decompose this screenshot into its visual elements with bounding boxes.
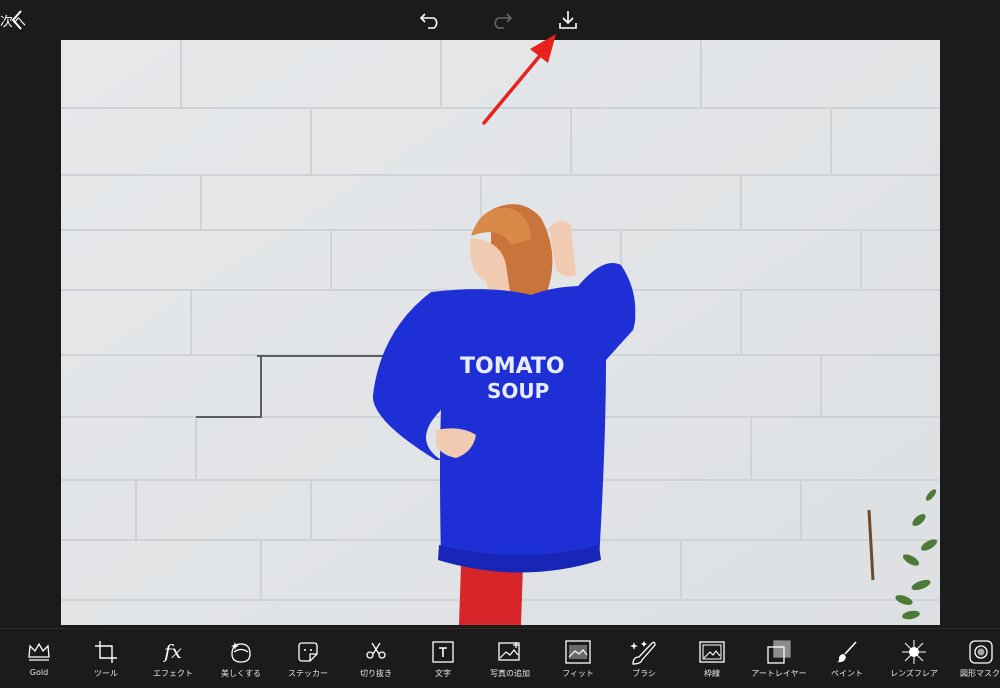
shirt-text-line2: SOUP bbox=[487, 379, 549, 403]
tool-label: 文字 bbox=[435, 669, 451, 678]
paint-icon bbox=[837, 641, 857, 663]
tool-frame[interactable]: 枠線 bbox=[696, 629, 728, 688]
tool-label: レンズフレア bbox=[890, 669, 938, 678]
layers-icon bbox=[767, 640, 791, 664]
tool-tools[interactable]: ツール bbox=[89, 629, 123, 688]
tool-gold[interactable]: Gold bbox=[22, 629, 56, 688]
tool-label: ブラシ bbox=[632, 669, 656, 678]
fx-icon: fx bbox=[164, 641, 182, 663]
tool-shape-mask[interactable]: 図形マスク bbox=[960, 629, 1000, 688]
face-sparkle-icon bbox=[231, 642, 251, 663]
tool-paint[interactable]: ペイント bbox=[827, 629, 867, 688]
canvas-area: TOMATO SOUP bbox=[0, 40, 1000, 628]
redo-icon bbox=[494, 13, 513, 29]
tool-label: 枠線 bbox=[704, 669, 720, 678]
tool-cutout[interactable]: 切り抜き bbox=[356, 629, 396, 688]
undo-button[interactable] bbox=[416, 0, 448, 40]
text-icon bbox=[432, 641, 454, 663]
tool-label: 写真の追加 bbox=[490, 669, 530, 678]
tool-fit[interactable]: フィット bbox=[558, 629, 598, 688]
tool-brush[interactable]: ブラシ bbox=[626, 629, 662, 688]
save-button[interactable] bbox=[552, 0, 584, 40]
redo-button[interactable] bbox=[484, 0, 516, 40]
tool-label: ステッカー bbox=[288, 669, 328, 678]
download-icon bbox=[559, 11, 577, 29]
tool-art-layers[interactable]: アートレイヤー bbox=[749, 629, 809, 688]
tool-label: ツール bbox=[94, 669, 118, 678]
photo-canvas[interactable]: TOMATO SOUP bbox=[61, 40, 940, 625]
crown-icon bbox=[28, 642, 50, 661]
frame-icon bbox=[699, 641, 725, 663]
tool-label: フィット bbox=[562, 669, 594, 678]
tool-label: 美しくする bbox=[221, 669, 261, 678]
bottom-toolbar: Gold ツール fx エフェクト 美しくする ステッカー 切り抜き 文字 写真… bbox=[0, 628, 1000, 688]
shape-mask-icon bbox=[969, 640, 993, 664]
tool-effects[interactable]: fx エフェクト bbox=[150, 629, 196, 688]
add-photo-icon bbox=[498, 642, 520, 661]
brush-icon bbox=[630, 641, 656, 665]
undo-icon bbox=[419, 13, 438, 29]
tool-text[interactable]: 文字 bbox=[427, 629, 459, 688]
tool-add-photo[interactable]: 写真の追加 bbox=[486, 629, 534, 688]
tool-lens-flare[interactable]: レンズフレア bbox=[889, 629, 939, 688]
lens-flare-icon bbox=[902, 640, 926, 664]
fit-icon bbox=[565, 640, 591, 664]
scissors-icon bbox=[366, 642, 386, 659]
sticker-icon bbox=[298, 642, 318, 662]
shirt-text-line1: TOMATO bbox=[460, 354, 565, 379]
tool-label: アートレイヤー bbox=[751, 669, 807, 678]
tool-label: 図形マスク bbox=[960, 669, 1000, 678]
top-bar: 次へ bbox=[0, 0, 1000, 40]
tool-label: ペイント bbox=[831, 669, 863, 678]
photo-image: TOMATO SOUP bbox=[61, 40, 940, 625]
tool-label: エフェクト bbox=[153, 669, 193, 678]
chevron-left-icon bbox=[11, 10, 22, 30]
tool-label: 切り抜き bbox=[360, 669, 392, 678]
tool-sticker[interactable]: ステッカー bbox=[286, 629, 330, 688]
back-button[interactable] bbox=[4, 0, 30, 40]
crop-icon bbox=[95, 641, 117, 663]
tool-beautify[interactable]: 美しくする bbox=[218, 629, 264, 688]
tool-label: Gold bbox=[29, 668, 49, 677]
